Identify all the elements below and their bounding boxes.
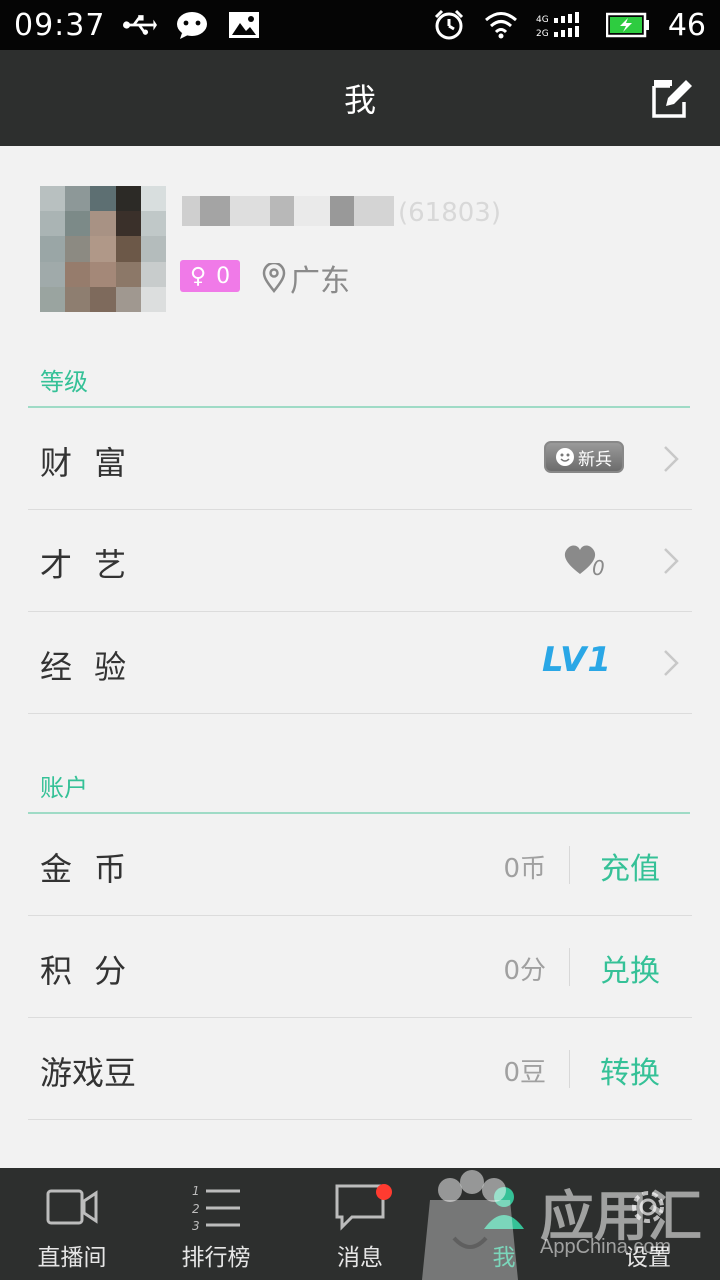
location-pin-icon xyxy=(262,263,286,293)
row-game-beans: 游戏豆 0豆 转换 xyxy=(28,1018,692,1120)
svg-text:2G: 2G xyxy=(536,29,549,39)
location: 广东 xyxy=(262,256,350,300)
location-text: 广东 xyxy=(290,264,350,299)
rank-badge: 新兵 xyxy=(544,441,624,473)
tab-label: 我 xyxy=(492,1245,516,1271)
tab-label: 排行榜 xyxy=(181,1245,251,1271)
app-bar: 我 xyxy=(0,50,720,146)
section-title: 等级 xyxy=(40,368,88,396)
recharge-button[interactable]: 充值 xyxy=(600,844,660,888)
row-label: 积 分 xyxy=(40,952,133,990)
chevron-right-icon xyxy=(664,650,679,676)
edit-icon xyxy=(652,80,692,118)
tab-messages[interactable]: 消息 xyxy=(288,1168,432,1280)
signal-4g-2g-icon: 4G 2G xyxy=(536,11,588,39)
tab-label: 消息 xyxy=(337,1245,383,1271)
svg-text:2: 2 xyxy=(192,1202,200,1216)
row-coins: 金 币 0币 充值 xyxy=(28,814,692,916)
profile-header[interactable]: (61803) ♀ 0 广东 xyxy=(0,146,720,336)
tab-label: 直播间 xyxy=(37,1245,107,1271)
gender-badge: ♀ 0 xyxy=(180,260,240,292)
row-label: 财 富 xyxy=(40,444,133,482)
page-title: 我 xyxy=(343,81,376,119)
tab-live-room[interactable]: 直播间 xyxy=(0,1168,144,1280)
divider xyxy=(569,1050,570,1088)
section-account-header: 账户 xyxy=(28,754,690,814)
status-bar: 09:37 4G 2G 46 xyxy=(0,0,720,50)
ranking-list-icon: 1 2 3 xyxy=(190,1182,242,1232)
tab-label: 设置 xyxy=(625,1245,671,1271)
row-label: 游戏豆 xyxy=(40,1054,137,1092)
svg-text:4G: 4G xyxy=(536,15,549,25)
avatar[interactable] xyxy=(40,186,166,312)
gender-count: 0 xyxy=(216,263,231,289)
wechat-icon xyxy=(175,11,209,39)
divider xyxy=(569,846,570,884)
divider xyxy=(569,948,570,986)
image-icon xyxy=(227,11,261,39)
tab-ranking[interactable]: 1 2 3 排行榜 xyxy=(144,1168,288,1280)
status-time: 09:37 xyxy=(14,7,106,43)
video-camera-icon xyxy=(46,1182,98,1232)
wifi-icon xyxy=(484,11,518,39)
row-label: 才 艺 xyxy=(40,546,133,584)
row-wealth[interactable]: 财 富 新兵 xyxy=(28,408,692,510)
points-value: 0分 xyxy=(503,956,546,986)
row-points: 积 分 0分 兑换 xyxy=(28,916,692,1018)
row-experience[interactable]: 经 验 LV1 xyxy=(28,612,692,714)
alarm-icon xyxy=(432,9,466,40)
exchange-button[interactable]: 兑换 xyxy=(600,946,660,990)
person-icon xyxy=(480,1182,528,1232)
heart-count: 0 xyxy=(592,556,605,580)
battery-charging-icon xyxy=(605,11,650,39)
status-left: 09:37 xyxy=(14,8,261,43)
section-level-header: 等级 xyxy=(28,348,690,408)
tab-me[interactable]: 我 xyxy=(432,1168,576,1280)
beans-value: 0豆 xyxy=(503,1058,546,1088)
chevron-right-icon xyxy=(664,446,679,472)
row-label: 金 币 xyxy=(40,850,133,888)
rank-text: 新兵 xyxy=(578,449,612,470)
user-id: (61803) xyxy=(398,198,501,228)
notification-dot xyxy=(376,1184,392,1200)
coins-value: 0币 xyxy=(503,854,546,884)
battery-level: 46 xyxy=(667,7,706,43)
tab-settings[interactable]: 设置 xyxy=(576,1168,720,1280)
chevron-right-icon xyxy=(664,548,679,574)
convert-button[interactable]: 转换 xyxy=(600,1048,660,1092)
heart-level: 0 xyxy=(562,542,610,582)
svg-text:3: 3 xyxy=(192,1219,200,1231)
gear-icon xyxy=(624,1182,672,1232)
level-badge: LV1 xyxy=(542,640,612,680)
female-icon: ♀ xyxy=(189,263,207,289)
row-talent[interactable]: 才 艺 0 xyxy=(28,510,692,612)
usb-icon xyxy=(123,11,158,39)
edit-button[interactable] xyxy=(648,74,696,122)
row-label: 经 验 xyxy=(40,648,133,686)
section-title: 账户 xyxy=(40,774,88,802)
svg-text:1: 1 xyxy=(192,1184,200,1198)
smile-icon xyxy=(556,448,574,466)
status-right: 4G 2G 46 xyxy=(432,8,706,43)
bottom-nav: 直播间 1 2 3 排行榜 消息 我 设置 xyxy=(0,1168,720,1280)
